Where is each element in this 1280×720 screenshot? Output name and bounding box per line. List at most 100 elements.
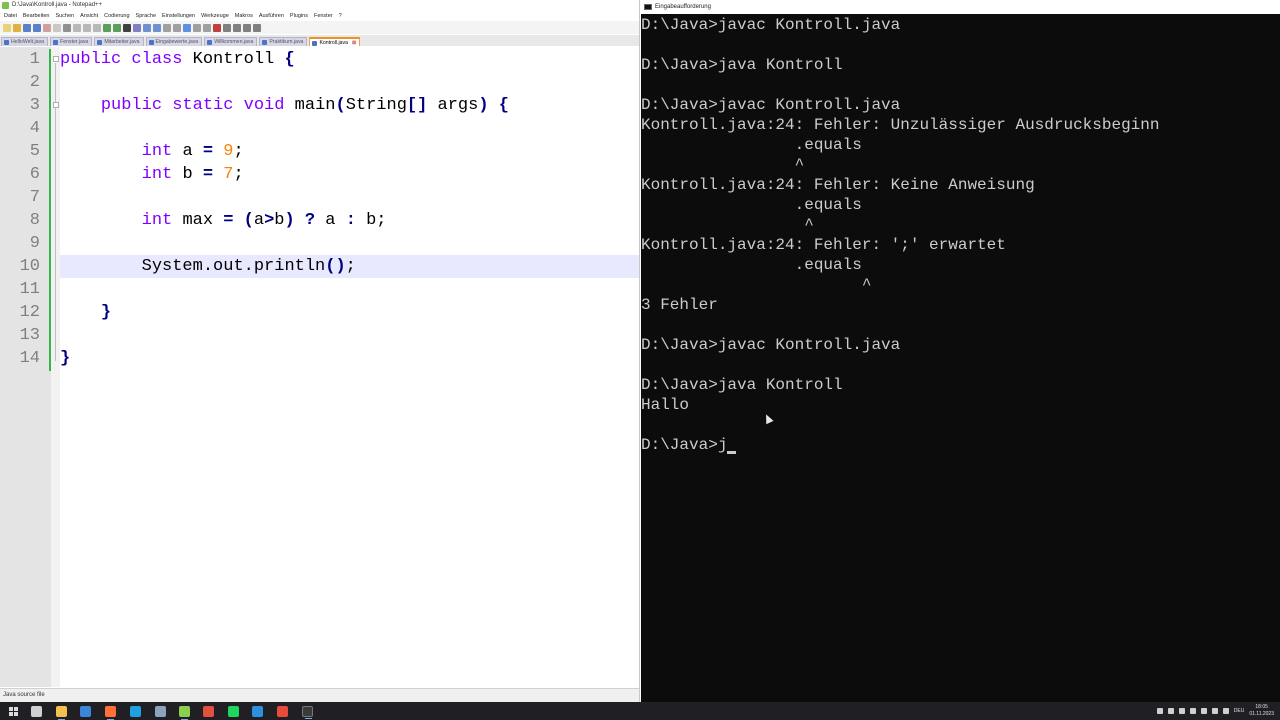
close-all-icon[interactable] bbox=[53, 23, 61, 32]
steam-icon[interactable] bbox=[155, 706, 166, 717]
code-line-12[interactable]: } bbox=[60, 301, 639, 324]
save-macro-icon[interactable] bbox=[253, 23, 261, 32]
run-macro-icon[interactable] bbox=[243, 23, 251, 32]
clock[interactable]: 18:05 01.11.2023 bbox=[1249, 704, 1274, 718]
chrome-icon[interactable] bbox=[277, 706, 288, 717]
battery-icon[interactable] bbox=[1211, 708, 1218, 714]
search-icon[interactable] bbox=[31, 706, 42, 717]
notepad-plus-plus-icon[interactable] bbox=[179, 706, 190, 720]
menu-ausfuehren[interactable]: Ausführen bbox=[259, 11, 284, 21]
console-output[interactable]: D:\Java>javac Kontroll.java D:\Java>java… bbox=[641, 15, 1280, 702]
open-file-icon[interactable] bbox=[13, 23, 21, 32]
console-prompt-line[interactable]: D:\Java>j bbox=[641, 435, 727, 455]
code-token: a bbox=[182, 142, 193, 161]
paste-icon[interactable] bbox=[93, 23, 101, 32]
cut-icon[interactable] bbox=[73, 23, 81, 32]
menu-codierung[interactable]: Codierung bbox=[104, 11, 129, 21]
code-line-10-current[interactable]: System.out.println(); bbox=[60, 255, 639, 278]
console-window-title: Eingabeaufforderung bbox=[655, 4, 711, 10]
code-line-1[interactable]: public class Kontroll { bbox=[60, 48, 639, 71]
fold-toggle-icon[interactable] bbox=[53, 56, 59, 62]
replace-icon[interactable] bbox=[133, 23, 141, 32]
firefox-icon[interactable] bbox=[105, 706, 116, 720]
zoom-out-icon[interactable] bbox=[153, 23, 161, 32]
new-file-icon[interactable] bbox=[3, 23, 11, 32]
code-line-13[interactable] bbox=[60, 324, 639, 347]
code-line-6[interactable]: int b = 7; bbox=[60, 163, 639, 186]
indent-guide-icon[interactable] bbox=[183, 23, 191, 32]
stop-macro-icon[interactable] bbox=[223, 23, 231, 32]
sync-scroll-icon[interactable] bbox=[163, 23, 171, 32]
command-prompt-window[interactable]: Eingabeaufforderung D:\Java>javac Kontro… bbox=[641, 0, 1280, 702]
menu-makros[interactable]: Makros bbox=[235, 11, 253, 21]
tab-eingabewerte[interactable]: Eingabewerte.java bbox=[145, 37, 203, 46]
input-language[interactable]: DEU bbox=[1234, 708, 1245, 714]
security-icon[interactable] bbox=[1222, 708, 1229, 714]
code-line-7[interactable] bbox=[60, 186, 639, 209]
menu-fenster[interactable]: Fenster bbox=[314, 11, 333, 21]
vscode-icon[interactable] bbox=[252, 706, 263, 717]
code-line-3[interactable]: public static void main(String[] args) { bbox=[60, 94, 639, 117]
menu-suchen[interactable]: Suchen bbox=[55, 11, 74, 21]
tab-willkommen[interactable]: Willkommen.java bbox=[204, 37, 258, 46]
console-title-bar[interactable]: Eingabeaufforderung bbox=[641, 0, 1280, 14]
menu-sprache[interactable]: Sprache bbox=[136, 11, 157, 21]
network-icon[interactable] bbox=[1178, 708, 1185, 714]
code-line-14[interactable]: } bbox=[60, 347, 639, 370]
code-line-11[interactable] bbox=[60, 278, 639, 301]
play-macro-icon[interactable] bbox=[233, 23, 241, 32]
code-token: max bbox=[182, 211, 214, 230]
chevron-up-icon[interactable] bbox=[1156, 708, 1163, 714]
editor-title-bar[interactable]: D:\Java\Kontroll.java - Notepad++ bbox=[0, 0, 639, 11]
tab-praktikum[interactable]: Praktikum.java bbox=[259, 37, 308, 46]
code-token: static bbox=[172, 96, 234, 115]
console-line: ^ bbox=[641, 216, 814, 234]
fold-toggle-icon[interactable] bbox=[53, 102, 59, 108]
tab-fenster[interactable]: Fenster.java bbox=[50, 37, 93, 46]
start-button[interactable] bbox=[9, 707, 18, 716]
save-all-icon[interactable] bbox=[33, 23, 41, 32]
menu-einstellungen[interactable]: Einstellungen bbox=[162, 11, 195, 21]
menu-help[interactable]: ? bbox=[339, 11, 342, 21]
code-line-2[interactable] bbox=[60, 71, 639, 94]
menu-werkzeuge[interactable]: Werkzeuge bbox=[201, 11, 229, 21]
tab-hellowelt[interactable]: HelloWelt.java bbox=[1, 37, 49, 46]
onedrive-icon[interactable] bbox=[1167, 708, 1174, 714]
print-icon[interactable] bbox=[63, 23, 71, 32]
code-line-4[interactable] bbox=[60, 117, 639, 140]
edge-icon[interactable] bbox=[130, 706, 141, 717]
editor-toolbar bbox=[0, 21, 639, 34]
word-wrap-icon[interactable] bbox=[173, 23, 181, 32]
code-line-5[interactable]: int a = 9; bbox=[60, 140, 639, 163]
show-all-chars-icon[interactable] bbox=[193, 23, 201, 32]
spotify-icon[interactable] bbox=[228, 706, 239, 717]
tab-close-icon[interactable]: ⊠ bbox=[352, 40, 356, 46]
terminal-icon[interactable] bbox=[302, 706, 313, 719]
find-icon[interactable] bbox=[123, 23, 131, 32]
undo-icon[interactable] bbox=[103, 23, 111, 32]
code-editor[interactable]: 1 2 3 4 5 6 7 8 9 10 11 12 13 14 public … bbox=[0, 47, 639, 687]
editor-icon[interactable] bbox=[203, 706, 214, 717]
code-line-9[interactable] bbox=[60, 232, 639, 255]
tab-mitarbeiter[interactable]: Mitarbeiter.java bbox=[94, 37, 144, 46]
close-file-icon[interactable] bbox=[43, 23, 51, 32]
notepad-plus-plus-window[interactable]: D:\Java\Kontroll.java - Notepad++ Datei … bbox=[0, 0, 640, 702]
zoom-in-icon[interactable] bbox=[143, 23, 151, 32]
menu-plugins[interactable]: Plugins bbox=[290, 11, 308, 21]
menu-bearbeiten[interactable]: Bearbeiten bbox=[23, 11, 50, 21]
redo-icon[interactable] bbox=[113, 23, 121, 32]
menu-ansicht[interactable]: Ansicht bbox=[80, 11, 98, 21]
mail-icon[interactable] bbox=[80, 706, 91, 717]
editor-menu-bar: Datei Bearbeiten Suchen Ansicht Codierun… bbox=[0, 11, 639, 21]
save-icon[interactable] bbox=[23, 23, 31, 32]
file-explorer-icon[interactable] bbox=[56, 706, 67, 720]
tab-kontroll[interactable]: Kontroll.java ⊠ bbox=[309, 37, 361, 46]
usb-icon[interactable] bbox=[1200, 708, 1207, 714]
code-line-8[interactable]: int max = (a>b) ? a : b; bbox=[60, 209, 639, 232]
menu-datei[interactable]: Datei bbox=[4, 11, 17, 21]
copy-icon[interactable] bbox=[83, 23, 91, 32]
speaker-icon[interactable] bbox=[1189, 708, 1196, 714]
function-list-icon[interactable] bbox=[203, 23, 211, 32]
record-macro-icon[interactable] bbox=[213, 23, 221, 32]
code-token: [] bbox=[406, 96, 428, 115]
